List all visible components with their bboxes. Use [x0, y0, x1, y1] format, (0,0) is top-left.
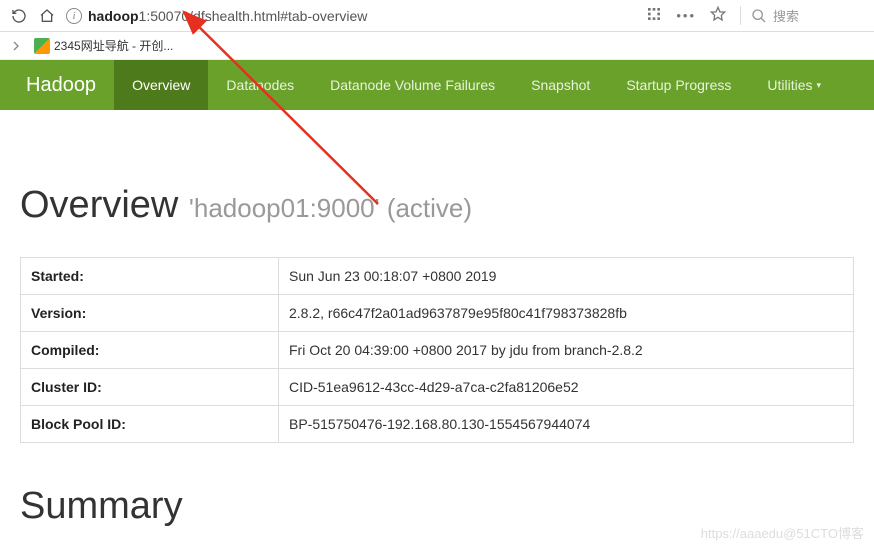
reload-button[interactable] — [6, 3, 32, 29]
row-label: Cluster ID: — [21, 369, 279, 406]
tab-snapshot[interactable]: Snapshot — [513, 60, 608, 110]
browser-toolbar: i hadoop1:50070/dfshealth.html#tab-overv… — [0, 0, 874, 32]
row-value: 2.8.2, r66c47f2a01ad9637879e95f80c41f798… — [279, 295, 854, 332]
table-row: Version:2.8.2, r66c47f2a01ad9637879e95f8… — [21, 295, 854, 332]
row-label: Compiled: — [21, 332, 279, 369]
row-value: Sun Jun 23 00:18:07 +0800 2019 — [279, 258, 854, 295]
bookmark-favicon-icon — [34, 38, 50, 54]
page-title: Overview 'hadoop01:9000' (active) — [20, 184, 854, 227]
overview-table: Started:Sun Jun 23 00:18:07 +0800 2019 V… — [20, 257, 854, 443]
qr-icon[interactable] — [646, 6, 662, 25]
address-actions: ••• 搜索 — [646, 6, 868, 25]
home-button[interactable] — [34, 3, 60, 29]
summary-title: Summary — [20, 485, 854, 528]
tab-startup-progress[interactable]: Startup Progress — [608, 60, 749, 110]
bookmark-item-2345[interactable]: 2345网址导航 - 开创... — [28, 35, 179, 56]
bookmark-label: 2345网址导航 - 开创... — [54, 37, 173, 54]
title-prefix: Overview — [20, 184, 189, 226]
more-icon[interactable]: ••• — [676, 8, 696, 23]
tab-overview[interactable]: Overview — [114, 60, 208, 110]
title-sub: 'hadoop01:9000' (active) — [189, 193, 472, 223]
site-info-icon[interactable]: i — [66, 8, 82, 24]
brand[interactable]: Hadoop — [8, 60, 114, 110]
search-icon — [751, 8, 767, 24]
bookmark-chevron-icon[interactable] — [6, 33, 26, 59]
page-content: Overview 'hadoop01:9000' (active) Starte… — [0, 110, 874, 528]
row-value: CID-51ea9612-43cc-4d29-a7ca-c2fa81206e52 — [279, 369, 854, 406]
tab-utilities-label: Utilities — [767, 77, 812, 93]
bookmark-bar: 2345网址导航 - 开创... — [0, 32, 874, 60]
search-placeholder: 搜索 — [773, 6, 799, 25]
row-value: BP-515750476-192.168.80.130-155456794407… — [279, 406, 854, 443]
bookmark-star-icon[interactable] — [710, 6, 726, 25]
address-bar[interactable]: i hadoop1:50070/dfshealth.html#tab-overv… — [62, 8, 646, 24]
row-value: Fri Oct 20 04:39:00 +0800 2017 by jdu fr… — [279, 332, 854, 369]
search-box[interactable]: 搜索 — [740, 6, 860, 25]
tab-datanode-volume-failures[interactable]: Datanode Volume Failures — [312, 60, 513, 110]
table-row: Cluster ID:CID-51ea9612-43cc-4d29-a7ca-c… — [21, 369, 854, 406]
row-label: Version: — [21, 295, 279, 332]
tab-datanodes[interactable]: Datanodes — [208, 60, 312, 110]
row-label: Started: — [21, 258, 279, 295]
navbar: Hadoop Overview Datanodes Datanode Volum… — [0, 60, 874, 110]
url-text: hadoop1:50070/dfshealth.html#tab-overvie… — [88, 8, 367, 24]
tab-utilities[interactable]: Utilities ▾ — [749, 60, 839, 110]
table-row: Block Pool ID:BP-515750476-192.168.80.13… — [21, 406, 854, 443]
row-label: Block Pool ID: — [21, 406, 279, 443]
watermark: https://aaaedu@51CTO博客 — [701, 523, 864, 542]
table-row: Compiled:Fri Oct 20 04:39:00 +0800 2017 … — [21, 332, 854, 369]
chevron-down-icon: ▾ — [817, 80, 822, 91]
table-row: Started:Sun Jun 23 00:18:07 +0800 2019 — [21, 258, 854, 295]
